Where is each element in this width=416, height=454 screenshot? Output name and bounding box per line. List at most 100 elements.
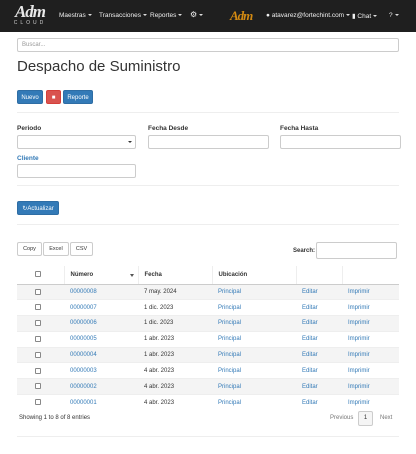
chevron-down-icon <box>87 14 92 17</box>
chevron-down-icon <box>199 13 204 16</box>
fecha-desde-label: Fecha Desde <box>148 125 189 132</box>
menu-transacciones[interactable]: Transacciones <box>99 12 148 19</box>
ubicacion-cell: Principal <box>212 394 296 411</box>
numero-cell: 00000006 <box>64 315 138 332</box>
ubicacion-link[interactable]: Principal <box>218 305 241 311</box>
ubicacion-link[interactable]: Principal <box>218 352 241 358</box>
edit-link[interactable]: Editar <box>302 336 318 342</box>
fecha-cell: 4 abr. 2023 <box>138 362 212 379</box>
previous-button[interactable]: Previous <box>330 415 353 421</box>
numero-cell: 00000004 <box>64 346 138 363</box>
row-checkbox[interactable] <box>35 336 41 342</box>
header-print <box>342 266 399 285</box>
print-cell: Imprimir <box>342 346 399 363</box>
brand-logo[interactable]: Adm CLOUD <box>10 3 50 29</box>
table-body: 00000008 7 may. 2024 Principal Editar Imprim… <box>17 283 399 411</box>
print-link[interactable]: Imprimir <box>348 289 370 295</box>
print-cell: Imprimir <box>342 362 399 379</box>
row-checkbox[interactable] <box>35 351 41 358</box>
help-menu[interactable]: ? <box>389 12 399 19</box>
center-logo: Adm <box>230 8 253 23</box>
table-search-input[interactable] <box>316 242 397 259</box>
table-row: 00000007 1 dic. 2023 Principal Editar Imprim… <box>17 299 399 316</box>
header-select-all[interactable] <box>17 266 65 285</box>
numero-link[interactable]: 00000001 <box>70 400 97 406</box>
edit-cell: Editar <box>296 315 342 332</box>
print-link[interactable]: Imprimir <box>348 368 370 374</box>
update-button[interactable]: ↻Actualizar <box>17 201 59 215</box>
row-checkbox[interactable] <box>35 320 41 327</box>
row-select <box>17 346 64 363</box>
ubicacion-link[interactable]: Principal <box>218 320 241 326</box>
new-button[interactable]: Nuevo <box>17 90 43 104</box>
logo-subtitle: CLOUD <box>13 20 47 26</box>
copy-button[interactable]: Copy <box>17 242 42 256</box>
row-select <box>17 394 64 411</box>
numero-link[interactable]: 00000005 <box>70 336 97 342</box>
numero-link[interactable]: 00000002 <box>70 384 97 390</box>
chat-menu[interactable]: ▮ Chat <box>352 12 378 20</box>
edit-link[interactable]: Editar <box>302 289 318 295</box>
periodo-select[interactable] <box>17 135 136 149</box>
edit-link[interactable]: Editar <box>302 400 318 406</box>
row-checkbox[interactable] <box>35 399 41 406</box>
cliente-input[interactable] <box>17 164 136 178</box>
page-1-button[interactable]: 1 <box>358 411 373 426</box>
report-button[interactable]: Reporte <box>63 90 93 104</box>
header-ubicacion[interactable]: Ubicación <box>212 266 297 285</box>
row-checkbox[interactable] <box>35 288 41 295</box>
numero-link[interactable]: 00000003 <box>70 368 97 374</box>
ubicacion-link[interactable]: Principal <box>218 368 241 374</box>
numero-cell: 00000001 <box>64 394 138 411</box>
row-checkbox[interactable] <box>35 383 41 390</box>
row-select <box>17 362 64 379</box>
edit-link[interactable]: Editar <box>302 352 318 358</box>
update-button-label: Actualizar <box>27 206 54 212</box>
row-checkbox[interactable] <box>35 304 41 311</box>
edit-link[interactable]: Editar <box>302 320 318 326</box>
numero-link[interactable]: 00000004 <box>70 352 97 358</box>
fecha-desde-input[interactable] <box>148 135 269 149</box>
select-all-checkbox[interactable] <box>35 271 41 278</box>
global-search-input[interactable]: Buscar... <box>17 38 399 52</box>
row-checkbox[interactable] <box>35 367 41 374</box>
row-select <box>17 299 64 316</box>
ubicacion-link[interactable]: Principal <box>218 336 241 342</box>
delete-button[interactable]: ■ <box>46 90 61 104</box>
header-numero[interactable]: Número <box>64 266 139 285</box>
header-fecha-label: Fecha <box>144 271 162 278</box>
print-link[interactable]: Imprimir <box>348 352 370 358</box>
edit-link[interactable]: Editar <box>302 384 318 390</box>
print-link[interactable]: Imprimir <box>348 384 370 390</box>
print-link[interactable]: Imprimir <box>348 400 370 406</box>
print-link[interactable]: Imprimir <box>348 320 370 326</box>
user-icon: ● <box>266 12 270 19</box>
ubicacion-cell: Principal <box>212 315 296 332</box>
header-numero-label: Número <box>70 271 94 278</box>
print-link[interactable]: Imprimir <box>348 305 370 311</box>
fecha-cell: 7 may. 2024 <box>138 283 212 300</box>
print-link[interactable]: Imprimir <box>348 336 370 342</box>
settings-menu[interactable]: ⚙ <box>190 10 204 19</box>
ubicacion-link[interactable]: Principal <box>218 400 241 406</box>
numero-link[interactable]: 00000008 <box>70 289 97 295</box>
next-button[interactable]: Next <box>380 415 392 421</box>
csv-button[interactable]: CSV <box>70 242 93 256</box>
fecha-cell: 1 abr. 2023 <box>138 330 212 348</box>
chevron-down-icon <box>373 15 378 18</box>
ubicacion-link[interactable]: Principal <box>218 384 241 390</box>
numero-link[interactable]: 00000007 <box>70 305 97 311</box>
fecha-hasta-input[interactable] <box>280 135 401 149</box>
menu-reportes[interactable]: Reportes <box>150 12 183 19</box>
user-menu[interactable]: ● atavarez@fortechint.com <box>266 12 351 19</box>
edit-link[interactable]: Editar <box>302 368 318 374</box>
cliente-label: Cliente <box>17 155 39 162</box>
numero-link[interactable]: 00000006 <box>70 320 97 326</box>
header-fecha[interactable]: Fecha <box>138 266 213 285</box>
menu-maestras[interactable]: Maestras <box>59 12 92 19</box>
numero-cell: 00000007 <box>64 299 138 316</box>
excel-button[interactable]: Excel <box>43 242 69 256</box>
edit-link[interactable]: Editar <box>302 305 318 311</box>
ubicacion-link[interactable]: Principal <box>218 289 241 295</box>
edit-cell: Editar <box>296 362 342 379</box>
